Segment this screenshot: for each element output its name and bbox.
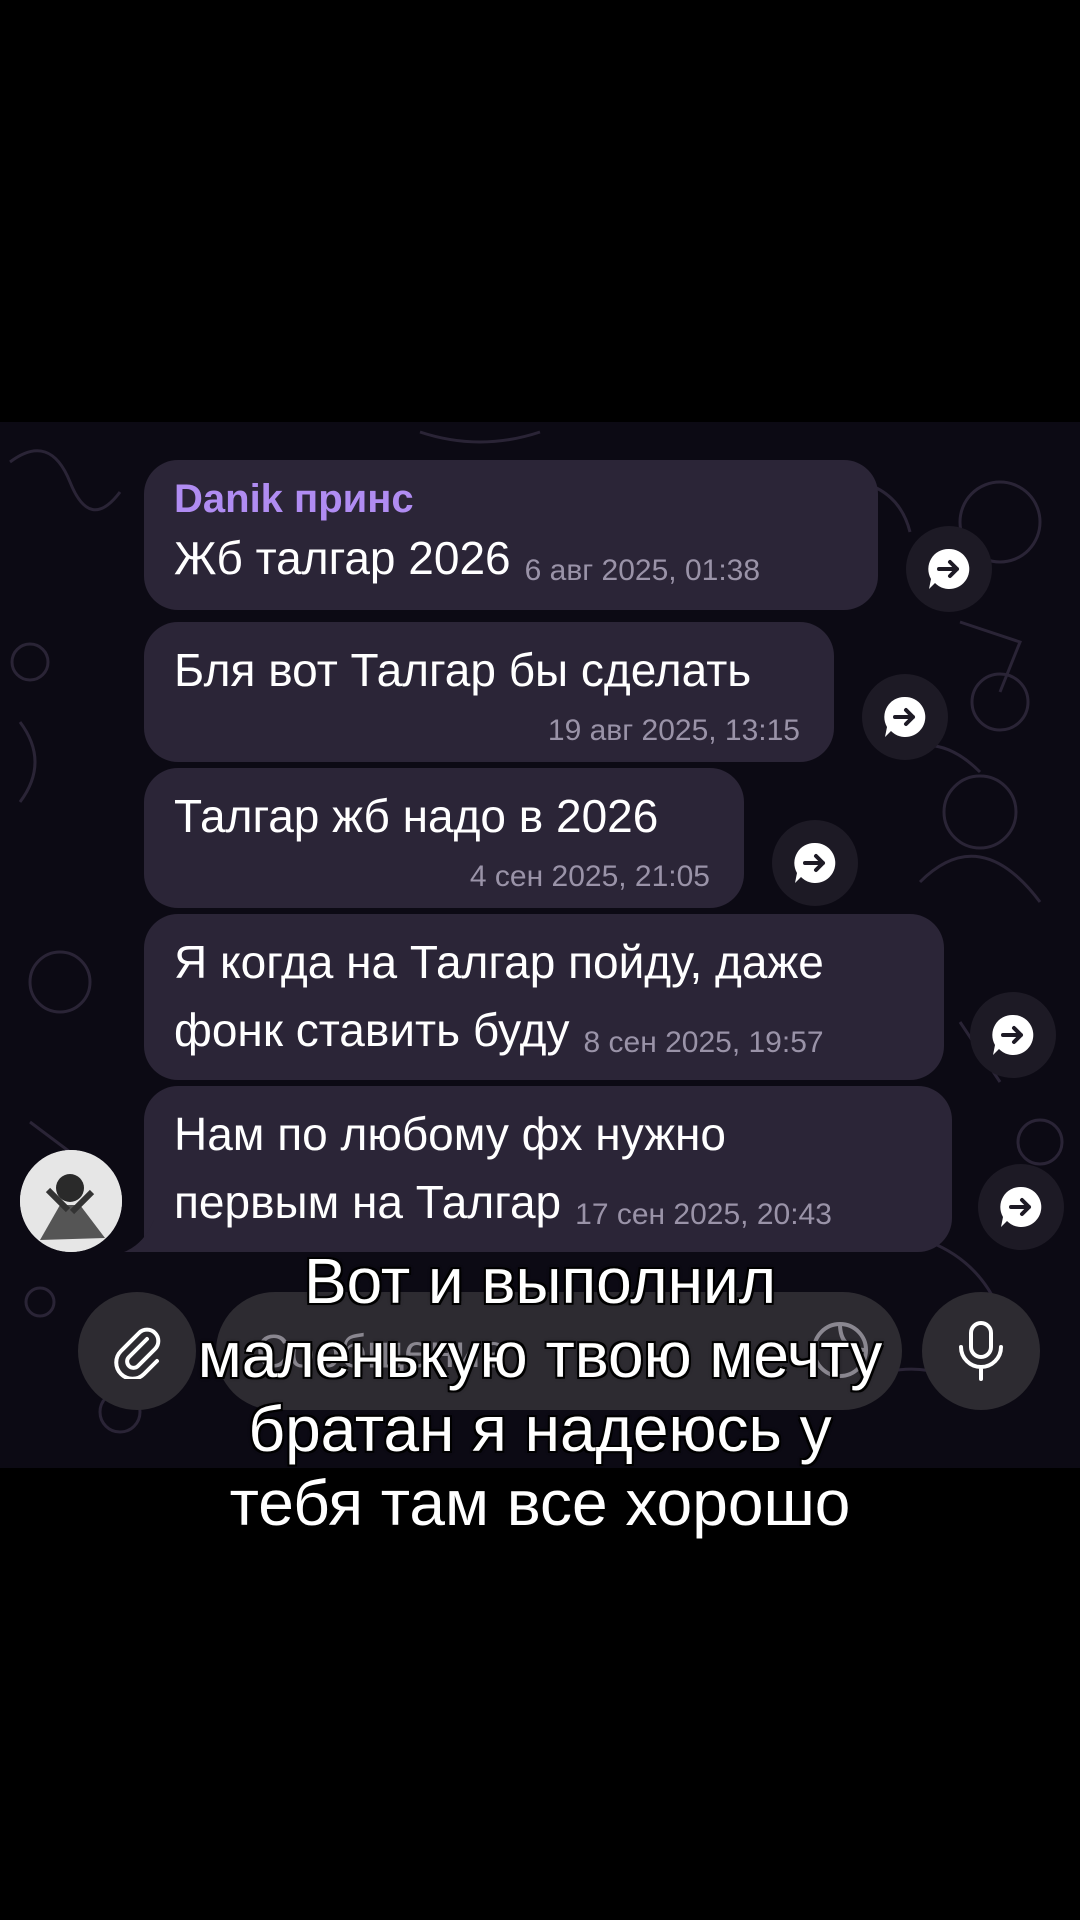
message-time: 4 сен 2025, 21:05 [469, 860, 710, 893]
message-time: 8 сен 2025, 19:57 [583, 1026, 824, 1059]
message-bubble[interactable]: Талгар жб надо в 2026 4 сен 2025, 21:05 [144, 768, 744, 908]
avatar[interactable] [20, 1150, 122, 1252]
message-text: Бля вот Талгар бы сделать [174, 644, 752, 696]
message-text-line: фонк ставить буду [174, 1004, 570, 1056]
forward-button[interactable] [862, 674, 948, 760]
caption-line: маленькую твою мечту [197, 1319, 883, 1391]
message-bubble[interactable]: Я когда на Талгар пойду, даже фонк стави… [144, 914, 944, 1080]
forward-arrow-icon [928, 548, 970, 589]
message-bubble[interactable]: Бля вот Талгар бы сделать 19 авг 2025, 1… [144, 622, 834, 762]
sender-name[interactable]: Danik принс [174, 474, 848, 524]
message-bubble[interactable]: Нам по любому фх нужно первым на Талгар 1… [144, 1086, 952, 1252]
caption-line: тебя там все хорошо [229, 1467, 851, 1539]
forward-button[interactable] [906, 526, 992, 612]
message-time: 19 авг 2025, 13:15 [547, 714, 800, 747]
message-text: Талгар жб надо в 2026 [174, 790, 659, 842]
caption-line: Вот и выполнил [303, 1245, 777, 1317]
caption-line: братан я надеюсь у [248, 1393, 832, 1465]
forward-button[interactable] [772, 820, 858, 906]
avatar-photo [20, 1150, 122, 1252]
message-text: Жб талгар 2026 [174, 532, 511, 584]
message-time: 17 сен 2025, 20:43 [575, 1198, 832, 1231]
forward-button[interactable] [970, 992, 1056, 1078]
forward-arrow-icon [992, 1014, 1034, 1055]
forward-arrow-icon [794, 842, 836, 883]
forward-arrow-icon [1000, 1186, 1042, 1227]
message-text-line: Я когда на Талгар пойду, даже [174, 936, 824, 988]
message-time: 6 авг 2025, 01:38 [524, 554, 761, 587]
message-text-line: Нам по любому фх нужно [174, 1108, 726, 1160]
video-caption: Вот и выполнил маленькую твою мечту брат… [60, 1244, 1020, 1540]
forward-button[interactable] [978, 1164, 1064, 1250]
forward-arrow-icon [884, 696, 926, 737]
message-text-line: первым на Талгар [174, 1176, 562, 1228]
message-bubble[interactable]: Danik принс Жб талгар 2026 6 авг 2025, 01… [144, 460, 878, 610]
